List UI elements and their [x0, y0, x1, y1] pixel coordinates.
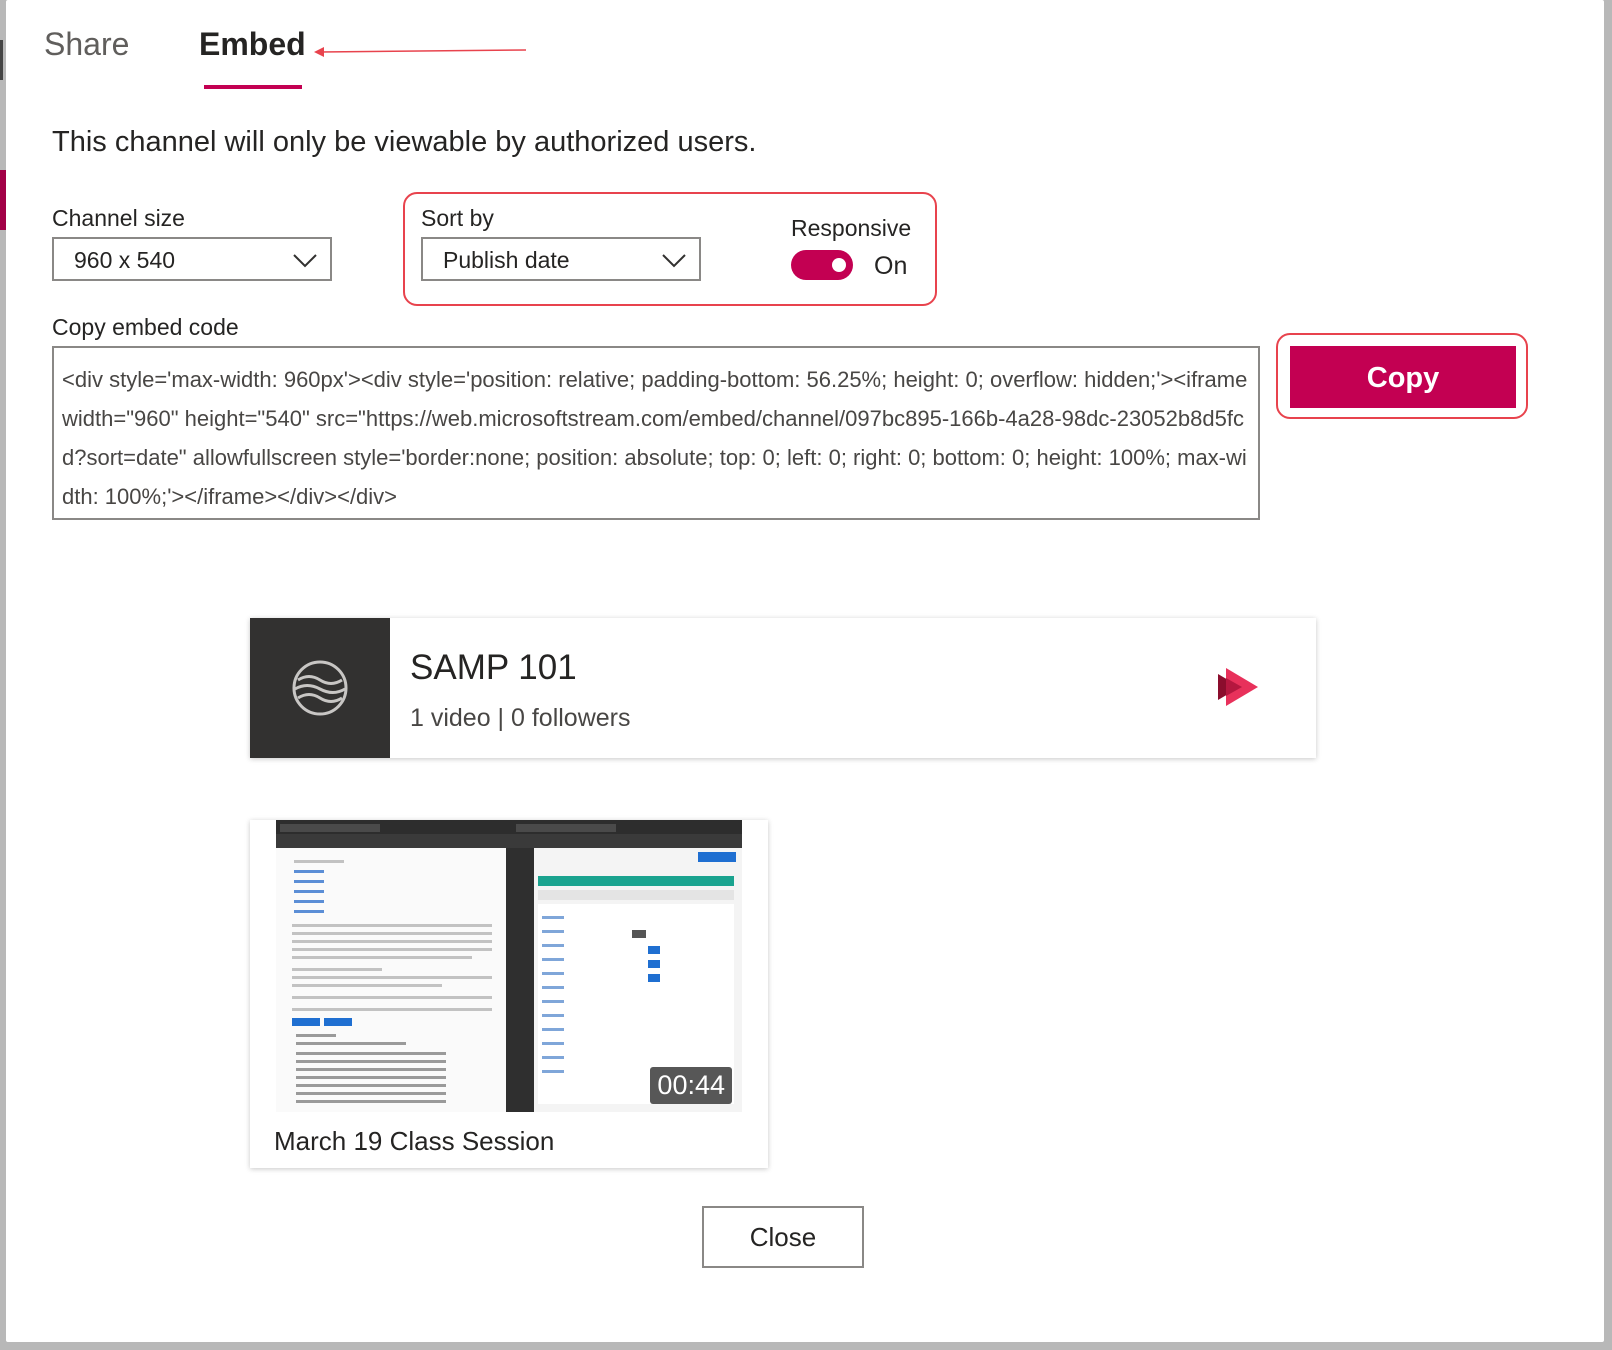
close-button[interactable]: Close	[702, 1206, 864, 1268]
channel-waves-icon	[292, 660, 348, 716]
chevron-down-icon	[662, 254, 686, 268]
stream-logo-icon	[1218, 668, 1258, 706]
responsive-label: Responsive	[791, 215, 912, 241]
channel-name: SAMP 101	[410, 648, 577, 687]
responsive-toggle[interactable]	[791, 250, 853, 280]
annotation-arrow-icon	[314, 47, 527, 57]
copy-button[interactable]: Copy	[1290, 346, 1516, 408]
sort-by-label: Sort by	[421, 205, 494, 231]
sort-by-value: Publish date	[443, 247, 570, 273]
video-thumbnail: 00:44	[276, 820, 742, 1112]
video-title: March 19 Class Session	[274, 1126, 555, 1156]
embed-code-textarea[interactable]: <div style='max-width: 960px'><div style…	[52, 346, 1260, 520]
background-edge-mark	[0, 40, 3, 80]
authorization-notice: This channel will only be viewable by au…	[52, 126, 757, 158]
embed-code-label: Copy embed code	[52, 314, 239, 340]
embed-dialog: Share Embed This channel will only be vi…	[6, 0, 1604, 1342]
toggle-knob	[832, 258, 846, 272]
channel-preview-card[interactable]: SAMP 101 1 video | 0 followers	[250, 618, 1316, 758]
channel-size-label: Channel size	[52, 205, 185, 231]
video-duration: 00:44	[650, 1067, 732, 1104]
chevron-down-icon	[293, 254, 317, 268]
channel-size-select[interactable]: 960 x 540	[52, 237, 332, 281]
responsive-state: On	[874, 252, 908, 280]
tab-share[interactable]: Share	[44, 26, 129, 63]
tab-embed[interactable]: Embed	[199, 26, 306, 63]
active-tab-indicator	[204, 85, 302, 89]
channel-stats: 1 video | 0 followers	[410, 704, 631, 732]
sort-by-select[interactable]: Publish date	[421, 237, 701, 281]
channel-size-value: 960 x 540	[74, 247, 176, 273]
channel-thumbnail	[250, 618, 390, 758]
video-card[interactable]: 00:44 March 19 Class Session	[250, 820, 768, 1168]
